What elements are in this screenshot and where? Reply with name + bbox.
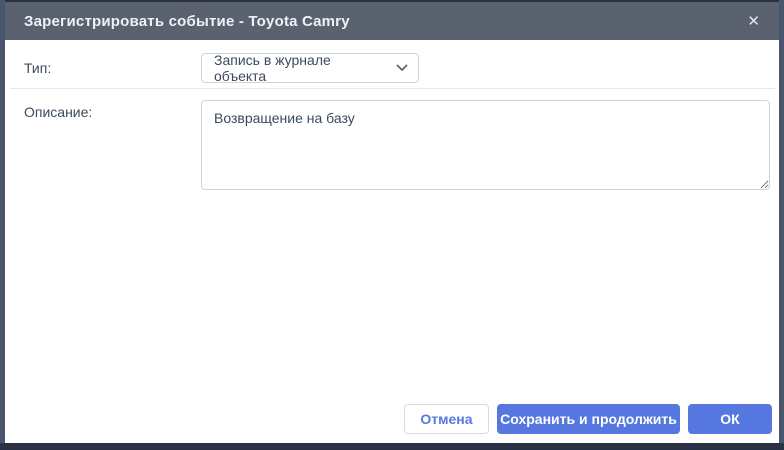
- dialog-footer: Отмена Сохранить и продолжить ОК: [5, 404, 779, 443]
- dialog-body: Тип: Запись в журнале объекта Описание: …: [5, 40, 779, 443]
- description-textarea[interactable]: Возвращение на базу: [201, 100, 770, 190]
- type-label: Тип:: [24, 53, 201, 83]
- dialog-title: Зарегистрировать событие - Toyota Camry: [24, 13, 745, 30]
- event-type-selected-value: Запись в журнале объекта: [214, 52, 386, 84]
- event-type-select[interactable]: Запись в журнале объекта: [201, 53, 419, 83]
- close-icon[interactable]: ✕: [745, 10, 762, 33]
- cancel-button[interactable]: Отмена: [404, 404, 489, 434]
- register-event-dialog: Зарегистрировать событие - Toyota Camry …: [5, 2, 779, 443]
- overlay-edge-right: [779, 0, 784, 443]
- type-row: Тип: Запись в журнале объекта: [5, 40, 779, 83]
- chevron-down-icon: [396, 64, 408, 72]
- save-and-continue-button[interactable]: Сохранить и продолжить: [497, 404, 680, 434]
- description-row: Описание: Возвращение на базу: [5, 89, 779, 190]
- description-label: Описание:: [24, 100, 201, 190]
- ok-button[interactable]: ОК: [688, 404, 772, 434]
- dialog-header: Зарегистрировать событие - Toyota Camry …: [5, 2, 779, 40]
